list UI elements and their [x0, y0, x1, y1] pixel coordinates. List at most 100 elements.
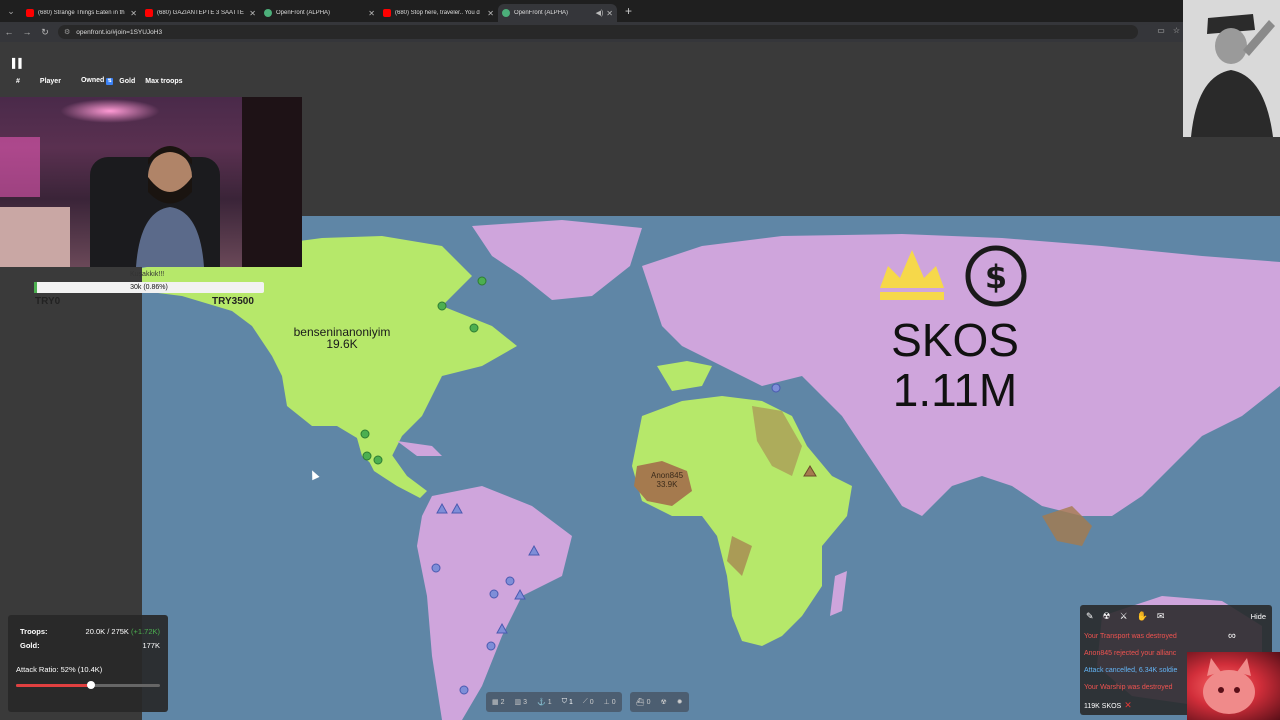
chat-icon[interactable]: ✉ [1157, 611, 1165, 622]
player-label[interactable]: Anon845 33.9K [632, 471, 702, 489]
attack-ratio-slider[interactable] [16, 681, 160, 689]
browser-tab-active[interactable]: OpenFront (ALPHA) ◀) ✕ [498, 4, 617, 22]
player-label[interactable]: benseninanoniyim 19.6K [282, 326, 402, 350]
city-marker[interactable] [489, 589, 499, 599]
event-filters: ✎ ☢ ⚔ ✋ ✉ [1086, 611, 1164, 622]
event-message: Your Transport was destroyed [1084, 633, 1177, 640]
leaderboard: ▌▌ # Player Owned ⇅ Gold Max troops [8, 54, 198, 96]
caribbean-territory [397, 441, 442, 456]
sam-launcher-icon[interactable]: ⊥ 0 [604, 698, 616, 707]
col-player[interactable]: Player [40, 78, 61, 85]
speaker-icon[interactable]: ◀) [596, 9, 604, 17]
col-owned[interactable]: Owned ⇅ [71, 77, 114, 85]
radiation-icon[interactable]: ☢ [1103, 611, 1111, 622]
col-rank[interactable]: # [16, 78, 20, 85]
hide-button[interactable]: Hide [1251, 612, 1266, 621]
attack-ratio-label: Attack Ratio: 52% (10.4K) [16, 665, 103, 674]
handshake-icon[interactable]: ✋ [1137, 611, 1148, 622]
close-icon[interactable]: ✕ [1124, 700, 1132, 710]
gold-value: 177K [142, 641, 160, 650]
reload-icon[interactable]: ↻ [36, 27, 54, 38]
player-name: Kuşakkık!!! [130, 271, 165, 278]
youtube-icon [26, 9, 34, 17]
warship-icon[interactable]: ⛴ 0 [636, 698, 651, 707]
africa-territory [632, 396, 852, 646]
city-marker[interactable] [360, 429, 370, 439]
factory-icon[interactable]: ▥ 3 [515, 698, 528, 707]
address-bar: ← → ↻ ⚙ openfront.io/#join=1SYUJoH3 ▭ ☆ [0, 22, 1280, 42]
bookmark-icon[interactable]: ☆ [1173, 26, 1180, 35]
screen: ⌄ (680) Strange Things Eaten in th ✕ (68… [0, 0, 1280, 720]
troops-label: Troops: [20, 627, 48, 636]
donation-right: TRY3500 [212, 296, 254, 307]
leaderboard-header: # Player Owned ⇅ Gold Max troops [8, 74, 198, 88]
event-message: Your Warship was destroyed [1084, 684, 1173, 691]
forward-icon[interactable]: → [18, 27, 36, 37]
slider-fill [16, 684, 91, 687]
iberia-territory [657, 361, 712, 391]
pencil-icon[interactable]: ✎ [1086, 611, 1094, 622]
cast-icon[interactable]: ▭ [1157, 26, 1165, 35]
hydrogen-bomb-icon[interactable]: ✹ [677, 698, 683, 706]
troops-row: Troops: 20.0K / 275K (+1.72K) [20, 627, 160, 636]
youtube-icon [383, 9, 391, 17]
madagascar-territory [830, 571, 847, 616]
close-icon[interactable]: ✕ [368, 9, 375, 18]
event-message[interactable]: Anon845 rejected your allianc [1084, 650, 1176, 657]
webcam-overlay [0, 97, 302, 267]
city-icon[interactable]: ▦ 2 [492, 698, 505, 707]
browser-tab[interactable]: (680) Stop here, traveler.. You d ✕ [379, 4, 498, 22]
city-marker[interactable] [459, 685, 469, 695]
tab-title: OpenFront (ALPHA) [514, 10, 569, 16]
defense-post-icon[interactable]: ⛉ 1 [562, 698, 573, 706]
event-message: 119K SKOS ✕ [1084, 700, 1132, 710]
close-icon[interactable]: ✕ [249, 9, 256, 18]
missile-silo-icon[interactable]: ⟋ 0 [583, 698, 594, 706]
cat-webcam-overlay [1187, 652, 1280, 720]
svg-text:$: $ [985, 258, 1007, 296]
site-info-icon[interactable]: ⚙ [64, 28, 70, 36]
troops-value: 20.0K / 275K (+1.72K) [85, 627, 160, 636]
browser-tab[interactable]: OpenFront (ALPHA) ✕ [260, 4, 379, 22]
back-icon[interactable]: ← [0, 27, 18, 37]
city-marker[interactable] [431, 563, 441, 573]
col-gold[interactable]: Gold [119, 78, 135, 85]
col-max-troops[interactable]: Max troops [145, 78, 182, 85]
player-name: Anon845 [650, 471, 684, 480]
openfront-icon [264, 9, 272, 17]
close-icon[interactable]: ✕ [487, 9, 494, 18]
territory-bar: 30k (0.86%) [34, 282, 264, 293]
city-marker[interactable] [486, 641, 496, 651]
leader-label[interactable]: SKOS 1.11M [880, 316, 1030, 416]
url-field[interactable]: ⚙ openfront.io/#join=1SYUJoH3 [58, 25, 1138, 39]
leader-value: 1.11M [892, 364, 1018, 416]
city-marker[interactable] [437, 301, 447, 311]
city-marker[interactable] [362, 451, 372, 461]
tab-search-icon[interactable]: ⌄ [0, 0, 22, 22]
gold-row: Gold: 177K [20, 641, 160, 650]
donation-left: TRY0 [35, 296, 61, 307]
city-marker[interactable] [771, 383, 781, 393]
attack-ratio-row: Attack Ratio: 52% (10.4K) [16, 665, 156, 674]
gold-label: Gold: [20, 641, 40, 650]
city-marker[interactable] [469, 323, 479, 333]
close-icon[interactable]: ✕ [130, 9, 137, 18]
browser-tab[interactable]: (680) Strange Things Eaten in th ✕ [22, 4, 141, 22]
new-tab-icon[interactable]: + [625, 4, 632, 18]
close-icon[interactable]: ✕ [606, 9, 613, 18]
nuke-icon[interactable]: ☢ [660, 698, 666, 706]
openfront-icon [502, 9, 510, 17]
slider-knob[interactable] [86, 681, 95, 689]
city-marker[interactable] [477, 276, 487, 286]
city-marker[interactable] [373, 455, 383, 465]
sword-icon[interactable]: ⚔ [1120, 611, 1128, 622]
player-troops: 19.6K [326, 337, 358, 351]
portrait-photo [1183, 0, 1280, 137]
city-marker[interactable] [505, 576, 515, 586]
leaderboard-icon[interactable]: ▌▌ [12, 58, 25, 68]
port-icon[interactable]: ⚓ 1 [537, 698, 552, 707]
sort-icon: ⇅ [106, 78, 114, 85]
greenland-territory [472, 220, 642, 300]
browser-tab[interactable]: (680) GAZİANTEPTE 3 SAATTE ✕ [141, 4, 260, 22]
control-panel: Troops: 20.0K / 275K (+1.72K) Gold: 177K… [8, 615, 168, 712]
